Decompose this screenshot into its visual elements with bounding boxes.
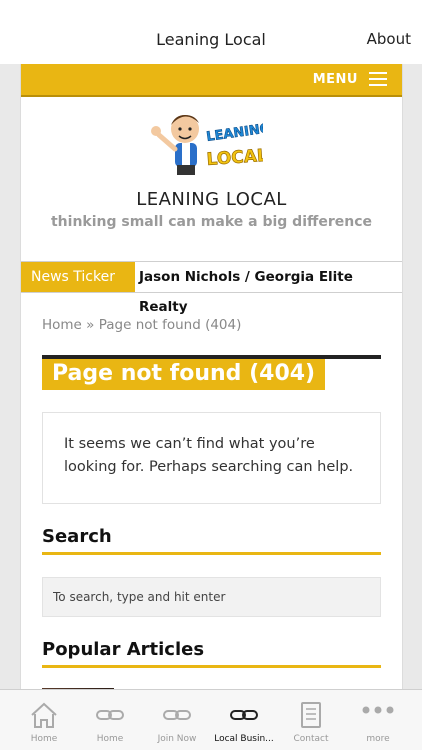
link-icon <box>230 710 258 720</box>
breadcrumb-separator: » <box>81 317 99 333</box>
menu-bar[interactable]: MENU <box>21 64 402 97</box>
tab-join-now[interactable]: Join Now <box>144 690 210 750</box>
webview: MENU LEANING LOCAL LEANING LOCAL thinkin… <box>0 64 422 690</box>
tab-label: Join Now <box>157 734 197 744</box>
tab-home-link[interactable]: Home <box>77 690 143 750</box>
search-heading: Search <box>42 526 381 555</box>
tab-contact[interactable]: Contact <box>278 690 344 750</box>
site-header: LEANING LOCAL LEANING LOCAL thinking sma… <box>21 97 402 261</box>
tab-local-business[interactable]: Local Busin... <box>211 690 277 750</box>
news-ticker-item[interactable]: Jason Nichols / Georgia Elite Realty <box>139 262 402 322</box>
tab-bar: Home Home Join Now Local Busin... Contac… <box>0 689 422 750</box>
tab-label: Home <box>30 734 58 744</box>
news-ticker: News Ticker Jason Nichols / Georgia Elit… <box>21 261 402 315</box>
site-tagline: thinking small can make a big difference <box>50 214 372 230</box>
document-icon <box>301 702 321 728</box>
link-icon <box>163 710 191 720</box>
tab-more[interactable]: more <box>345 690 411 750</box>
tab-label: Local Busin... <box>214 734 274 744</box>
hamburger-icon[interactable] <box>369 72 387 86</box>
popular-articles-heading: Popular Articles <box>42 639 381 668</box>
home-icon <box>31 702 57 728</box>
app-title: Leaning Local <box>156 30 266 49</box>
tab-label: Home <box>96 734 124 744</box>
logo-text-bottom: LOCAL <box>206 146 263 170</box>
breadcrumb-home-link[interactable]: Home <box>42 317 82 333</box>
about-button[interactable]: About <box>367 30 411 48</box>
tab-home[interactable]: Home <box>11 690 77 750</box>
logo-text-top: LEANING <box>205 121 263 145</box>
more-icon <box>362 706 394 714</box>
main-content: Home » Page not found (404) Page not fou… <box>21 317 402 690</box>
tab-label: more <box>366 734 390 744</box>
page-title-wrap: Page not found (404) <box>42 355 381 390</box>
app-navigation-bar: Leaning Local About <box>0 0 422 65</box>
menu-label[interactable]: MENU <box>313 72 358 87</box>
not-found-message: It seems we can’t find what you’re looki… <box>42 412 381 504</box>
news-ticker-label: News Ticker <box>21 262 135 292</box>
page-title: Page not found (404) <box>42 359 326 390</box>
tab-label: Contact <box>293 734 329 744</box>
search-input[interactable] <box>42 577 381 617</box>
page-card: MENU LEANING LOCAL LEANING LOCAL thinkin… <box>20 64 403 690</box>
site-title[interactable]: LEANING LOCAL <box>21 189 402 210</box>
site-logo[interactable]: LEANING LOCAL <box>145 107 263 179</box>
link-icon <box>96 710 124 720</box>
